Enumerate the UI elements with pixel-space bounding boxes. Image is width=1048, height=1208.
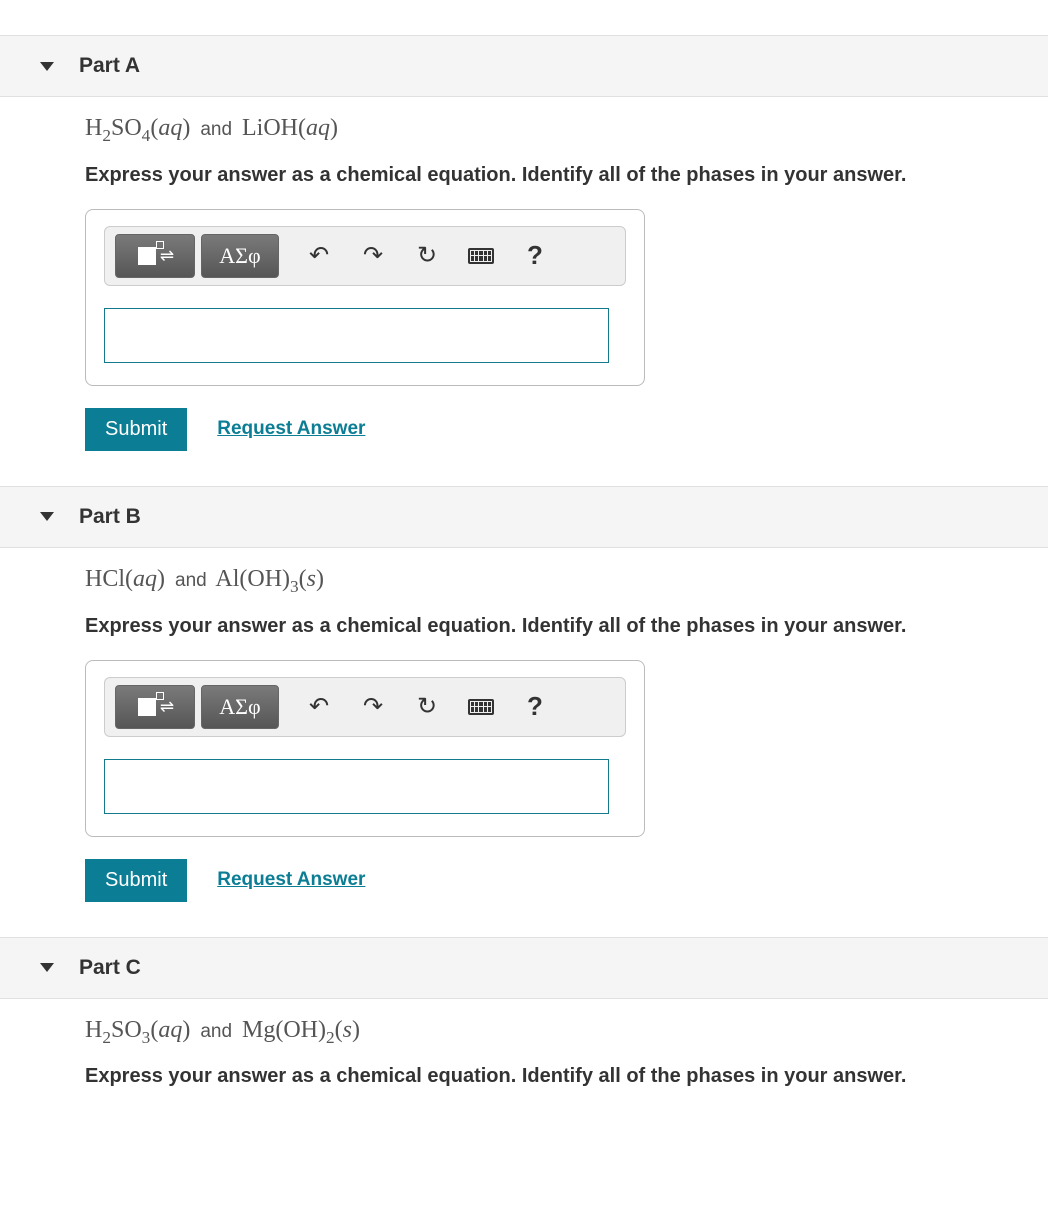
answer-input[interactable]: [104, 308, 609, 363]
part-a: Part A H2SO4(aq) and LiOH(aq) Express yo…: [0, 35, 1048, 461]
instruction-text: Express your answer as a chemical equati…: [85, 1065, 1028, 1088]
question-formula: H2SO3(aq) and Mg(OH)2(s): [85, 1017, 1028, 1048]
answer-input[interactable]: [104, 759, 609, 814]
question-formula: HCl(aq) and Al(OH)3(s): [85, 566, 1028, 597]
reset-icon[interactable]: ↻: [403, 685, 451, 729]
chevron-down-icon: [40, 963, 54, 972]
part-body: H2SO3(aq) and Mg(OH)2(s) Express your an…: [0, 999, 1048, 1121]
help-icon[interactable]: ?: [511, 685, 559, 729]
submit-button[interactable]: Submit: [85, 859, 187, 902]
equation-toolbar: ⇌ ΑΣφ ↶ ↷ ↻ ?: [104, 677, 626, 737]
answer-box: ⇌ ΑΣφ ↶ ↷ ↻ ?: [85, 660, 645, 837]
actions-row: Submit Request Answer: [85, 859, 1028, 902]
instruction-text: Express your answer as a chemical equati…: [85, 615, 1028, 638]
request-answer-link[interactable]: Request Answer: [217, 869, 365, 891]
instruction-text: Express your answer as a chemical equati…: [85, 164, 1028, 187]
part-header[interactable]: Part B: [0, 486, 1048, 548]
equation-toolbar: ⇌ ΑΣφ ↶ ↷ ↻ ?: [104, 226, 626, 286]
submit-button[interactable]: Submit: [85, 408, 187, 451]
chevron-down-icon: [40, 62, 54, 71]
part-body: HCl(aq) and Al(OH)3(s) Express your answ…: [0, 548, 1048, 912]
part-header[interactable]: Part C: [0, 937, 1048, 999]
part-title: Part C: [79, 956, 141, 980]
part-title: Part A: [79, 54, 140, 78]
undo-icon[interactable]: ↶: [295, 685, 343, 729]
reset-icon[interactable]: ↻: [403, 234, 451, 278]
part-b: Part B HCl(aq) and Al(OH)3(s) Express yo…: [0, 486, 1048, 912]
answer-box: ⇌ ΑΣφ ↶ ↷ ↻ ?: [85, 209, 645, 386]
greek-letters-button[interactable]: ΑΣφ: [201, 234, 279, 278]
part-header[interactable]: Part A: [0, 35, 1048, 97]
chevron-down-icon: [40, 512, 54, 521]
undo-icon[interactable]: ↶: [295, 234, 343, 278]
part-c: Part C H2SO3(aq) and Mg(OH)2(s) Express …: [0, 937, 1048, 1121]
redo-icon[interactable]: ↷: [349, 685, 397, 729]
actions-row: Submit Request Answer: [85, 408, 1028, 451]
keyboard-icon[interactable]: [457, 685, 505, 729]
part-title: Part B: [79, 505, 141, 529]
question-formula: H2SO4(aq) and LiOH(aq): [85, 115, 1028, 146]
part-body: H2SO4(aq) and LiOH(aq) Express your answ…: [0, 97, 1048, 461]
chem-template-button[interactable]: ⇌: [115, 234, 195, 278]
redo-icon[interactable]: ↷: [349, 234, 397, 278]
chem-template-button[interactable]: ⇌: [115, 685, 195, 729]
help-icon[interactable]: ?: [511, 234, 559, 278]
request-answer-link[interactable]: Request Answer: [217, 418, 365, 440]
greek-letters-button[interactable]: ΑΣφ: [201, 685, 279, 729]
keyboard-icon[interactable]: [457, 234, 505, 278]
page-root: Part A H2SO4(aq) and LiOH(aq) Express yo…: [0, 0, 1048, 1120]
